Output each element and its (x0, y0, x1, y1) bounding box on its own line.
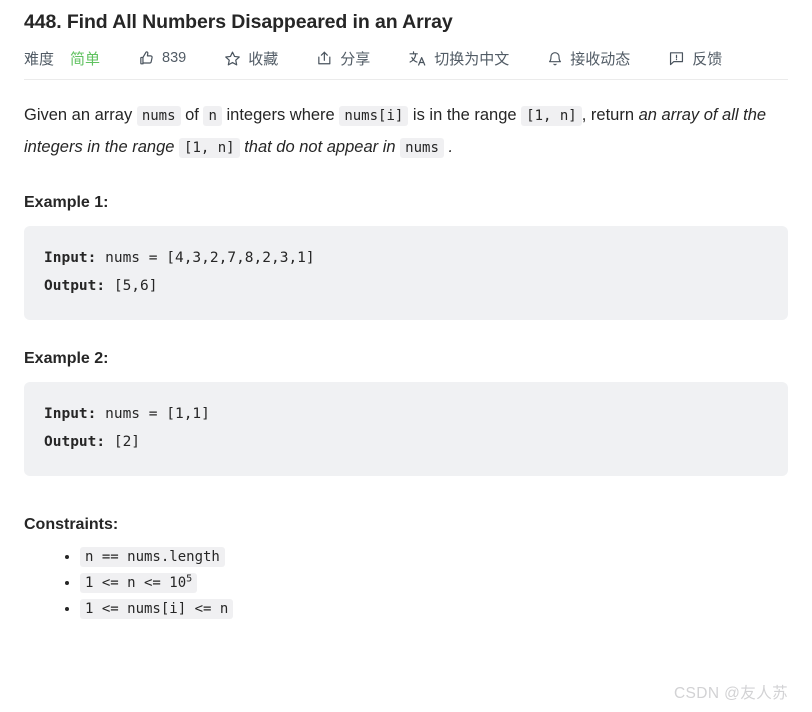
inline-code-nums-2: nums (400, 138, 444, 158)
feedback-icon (668, 50, 685, 67)
inline-code-nums: nums (136, 106, 181, 126)
desc-text-5: , return (581, 106, 639, 124)
example-1-heading: Example 1: (24, 194, 109, 211)
example-1-output-label: Output: (44, 278, 106, 294)
subscribe-label: 接收动态 (570, 50, 631, 68)
example-2-code: Input: nums = [1,1] Output: [2] (24, 382, 788, 476)
example-1-code: Input: nums = [4,3,2,7,8,2,3,1] Output: … (24, 226, 788, 320)
list-item: 1 <= nums[i] <= n (80, 599, 788, 619)
header-divider (24, 79, 788, 80)
constraint-code-1: n == nums.length (80, 547, 225, 567)
difficulty-value: 简单 (70, 50, 101, 68)
desc-text-2: of (180, 106, 204, 124)
example-2-output-value: [2] (105, 434, 141, 450)
example-2-heading: Example 2: (24, 350, 109, 367)
desc-text-4: is in the range (408, 106, 522, 124)
feedback-label: 反馈 (692, 50, 723, 68)
constraint-text-1: n == nums.length (85, 549, 220, 565)
example-1-output-value: [5,6] (105, 278, 158, 294)
inline-code-n: n (203, 106, 222, 126)
subscribe-button[interactable]: 接收动态 (547, 48, 630, 69)
desc-italic-2: that do not appear in (239, 138, 401, 156)
share-icon (316, 50, 333, 67)
share-label: 分享 (340, 50, 371, 68)
constraints-heading: Constraints: (24, 516, 119, 533)
desc-text-1: Given an array (24, 106, 137, 124)
difficulty-indicator: 难度 简单 (24, 48, 100, 69)
inline-code-numsi: nums[i] (339, 106, 409, 126)
watermark: CSDN @友人苏 (673, 685, 788, 702)
translate-button[interactable]: 切换为中文 (408, 48, 509, 69)
favorite-label: 收藏 (248, 50, 279, 68)
constraints-list: n == nums.length 1 <= n <= 105 1 <= nums… (24, 547, 788, 619)
list-item: 1 <= n <= 105 (80, 573, 788, 593)
thumbs-up-icon (138, 50, 155, 67)
like-count: 839 (162, 50, 187, 66)
constraint-sup-2: 5 (186, 573, 193, 585)
translate-label: 切换为中文 (434, 50, 510, 68)
problem-description: Given an array nums of n integers where … (24, 100, 788, 164)
list-item: n == nums.length (80, 547, 788, 567)
star-icon (224, 50, 241, 67)
constraint-code-3: 1 <= nums[i] <= n (80, 599, 234, 619)
example-1-input-label: Input: (44, 250, 97, 266)
like-button[interactable]: 839 (138, 50, 186, 67)
desc-text-3: integers where (221, 106, 340, 124)
example-2-output-label: Output: (44, 434, 106, 450)
inline-code-range-2: [1, n] (179, 138, 240, 158)
bell-icon (547, 50, 563, 67)
constraint-text-2: 1 <= n <= 10 (85, 575, 187, 591)
example-1-input-value: nums = [4,3,2,7,8,2,3,1] (96, 250, 315, 266)
share-button[interactable]: 分享 (316, 48, 370, 69)
constraint-code-2: 1 <= n <= 105 (80, 573, 198, 593)
inline-code-range: [1, n] (521, 106, 582, 126)
feedback-button[interactable]: 反馈 (668, 48, 722, 69)
favorite-button[interactable]: 收藏 (224, 48, 278, 69)
translate-icon (408, 50, 427, 67)
constraint-text-3: 1 <= nums[i] <= n (85, 601, 229, 617)
page-title: 448. Find All Numbers Disappeared in an … (24, 11, 453, 33)
example-2-input-value: nums = [1,1] (96, 406, 210, 422)
desc-text-6: . (443, 138, 454, 156)
example-2-input-label: Input: (44, 406, 97, 422)
difficulty-label: 难度 (24, 50, 55, 68)
problem-page: 448. Find All Numbers Disappeared in an … (0, 0, 812, 712)
problem-toolbar: 难度 简单 839 收藏 分享 切换为中文 接收动态 反馈 (24, 41, 788, 75)
